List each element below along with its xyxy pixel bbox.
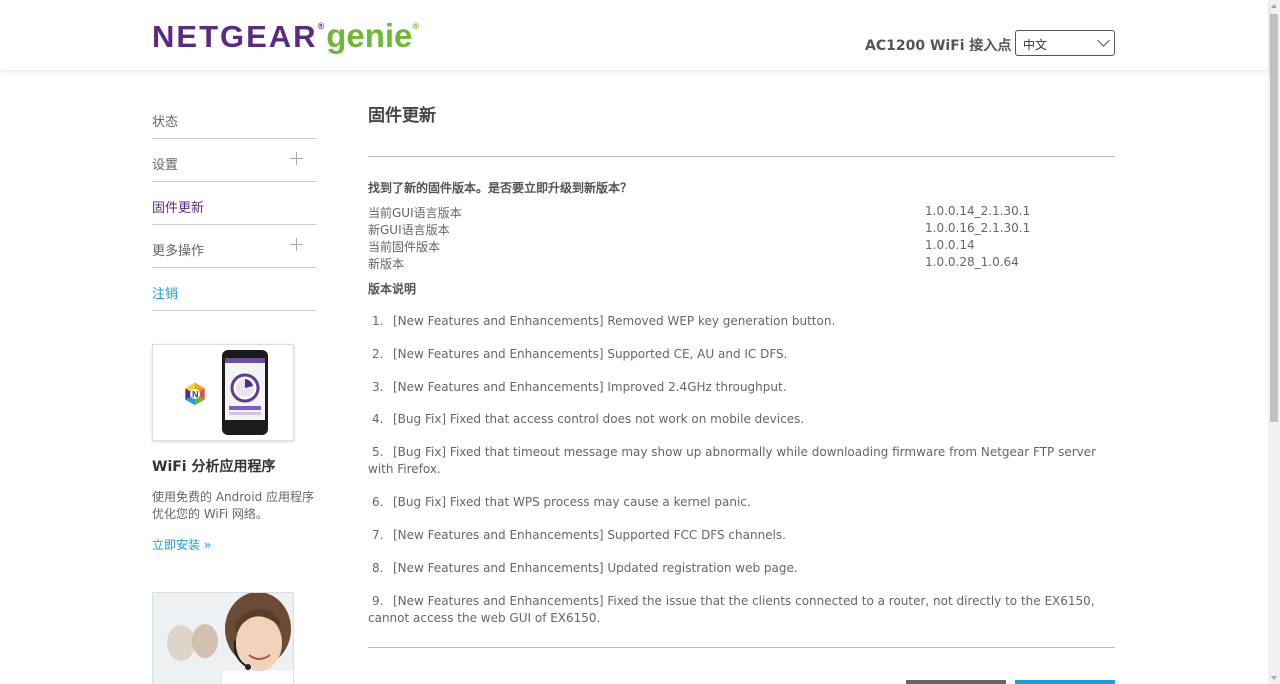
sidebar-item-more-actions[interactable]: 更多操作	[152, 225, 317, 268]
upgrade-question: 找到了新的固件版本。是否要立即升级到新版本？	[368, 181, 633, 195]
release-note-item: 9. [New Features and Enhancements] Fixed …	[368, 593, 1113, 627]
sidebar-item-label: 设置	[152, 158, 179, 173]
wifi-analytics-app-image[interactable]: N	[152, 344, 294, 441]
phone-app-illustration: N	[153, 345, 293, 440]
cancel-button[interactable]	[906, 680, 1006, 684]
sidebar-nav: 状态 设置 固件更新 更多操作 注销	[152, 96, 317, 311]
release-note-item: 1. [New Features and Enhancements] Remove…	[368, 313, 1113, 330]
language-selected-value: 中文	[1023, 38, 1048, 52]
logo-registered-mark: ®	[317, 21, 325, 31]
scroll-thumb[interactable]	[1270, 14, 1278, 422]
version-value: 1.0.0.28_1.0.64	[925, 255, 1019, 269]
sidebar-item-label: 状态	[152, 115, 179, 130]
svg-text:N: N	[192, 390, 199, 400]
page-title: 固件更新	[368, 106, 436, 126]
sidebar-item-label: 注销	[152, 287, 179, 302]
note-text: [New Features and Enhancements] Improved…	[393, 380, 787, 394]
sidebar-item-label: 固件更新	[152, 201, 205, 216]
sidebar-item-label: 更多操作	[152, 244, 205, 259]
expand-plus-icon[interactable]	[290, 152, 303, 165]
note-text: [New Features and Enhancements] Supporte…	[393, 347, 788, 361]
netgear-genie-logo[interactable]: NETGEAR®genie®	[152, 17, 419, 55]
note-text: [New Features and Enhancements] Fixed th…	[368, 594, 1095, 625]
version-value: 1.0.0.14	[925, 238, 975, 252]
device-name: AC1200 WiFi 接入点	[865, 38, 1012, 54]
version-row: 新GUI语言版本 1.0.0.16_2.1.30.1	[368, 221, 1115, 238]
note-number: 9.	[372, 594, 384, 608]
note-number: 1.	[372, 314, 384, 328]
version-value: 1.0.0.14_2.1.30.1	[925, 204, 1031, 218]
logo-brand: NETGEAR	[152, 19, 318, 54]
release-note-item: 4. [Bug Fix] Fixed that access control do…	[368, 411, 1113, 428]
support-agent-image[interactable]	[152, 592, 294, 684]
note-number: 7.	[372, 528, 384, 542]
logo-genie: genie	[326, 17, 413, 54]
release-notes-title: 版本说明	[368, 282, 417, 296]
divider	[368, 156, 1115, 157]
version-label: 新版本	[368, 257, 405, 271]
sidebar-item-firmware-update[interactable]: 固件更新	[152, 182, 317, 225]
version-label: 当前固件版本	[368, 240, 441, 254]
release-note-item: 7. [New Features and Enhancements] Suppor…	[368, 527, 1113, 544]
support-agent-illustration	[153, 593, 293, 684]
version-value: 1.0.0.16_2.1.30.1	[925, 221, 1031, 235]
version-label: 当前GUI语言版本	[368, 206, 462, 220]
note-text: [New Features and Enhancements] Supporte…	[393, 528, 786, 542]
note-number: 8.	[372, 561, 384, 575]
version-label: 新GUI语言版本	[368, 223, 450, 237]
note-text: [New Features and Enhancements] Updated …	[393, 561, 798, 575]
note-text: [Bug Fix] Fixed that access control does…	[393, 412, 805, 426]
promo-description: 使用免费的 Android 应用程序优化您的 WiFi 网络。	[152, 490, 315, 521]
release-note-item: 3. [New Features and Enhancements] Improv…	[368, 379, 1113, 396]
note-number: 6.	[372, 495, 384, 509]
promo-title: WiFi 分析应用程序	[152, 459, 276, 475]
release-note-item: 8. [New Features and Enhancements] Update…	[368, 560, 1113, 577]
sidebar-item-logout[interactable]: 注销	[152, 268, 317, 311]
scroll-up-arrow-icon[interactable]	[1271, 4, 1277, 8]
note-text: [Bug Fix] Fixed that WPS process may cau…	[393, 495, 751, 509]
chevron-down-icon	[1097, 34, 1110, 47]
note-text: [Bug Fix] Fixed that timeout message may…	[368, 445, 1097, 476]
sidebar-item-status[interactable]: 状态	[152, 96, 317, 139]
expand-plus-icon[interactable]	[290, 238, 303, 251]
language-select[interactable]: 中文	[1015, 30, 1115, 56]
note-number: 3.	[372, 380, 384, 394]
sidebar-item-settings[interactable]: 设置	[152, 139, 317, 182]
header: NETGEAR®genie® AC1200 WiFi 接入点 中文	[0, 0, 1268, 70]
update-button[interactable]	[1015, 680, 1115, 684]
note-text: [New Features and Enhancements] Removed …	[393, 314, 836, 328]
scroll-down-arrow-icon[interactable]	[1271, 676, 1277, 680]
install-now-link[interactable]: 立即安装 »	[152, 536, 211, 553]
divider	[368, 647, 1115, 648]
logo-registered-mark-2: ®	[412, 21, 420, 31]
release-note-item: 5. [Bug Fix] Fixed that timeout message m…	[368, 444, 1113, 478]
note-number: 5.	[372, 445, 384, 459]
version-row: 当前GUI语言版本 1.0.0.14_2.1.30.1	[368, 204, 1115, 221]
note-number: 2.	[372, 347, 384, 361]
release-note-item: 2. [New Features and Enhancements] Suppor…	[368, 346, 1113, 363]
version-row: 新版本 1.0.0.28_1.0.64	[368, 255, 1115, 272]
version-row: 当前固件版本 1.0.0.14	[368, 238, 1115, 255]
release-note-item: 6. [Bug Fix] Fixed that WPS process may c…	[368, 494, 1113, 511]
page-scrollbar[interactable]	[1268, 0, 1280, 684]
note-number: 4.	[372, 412, 384, 426]
